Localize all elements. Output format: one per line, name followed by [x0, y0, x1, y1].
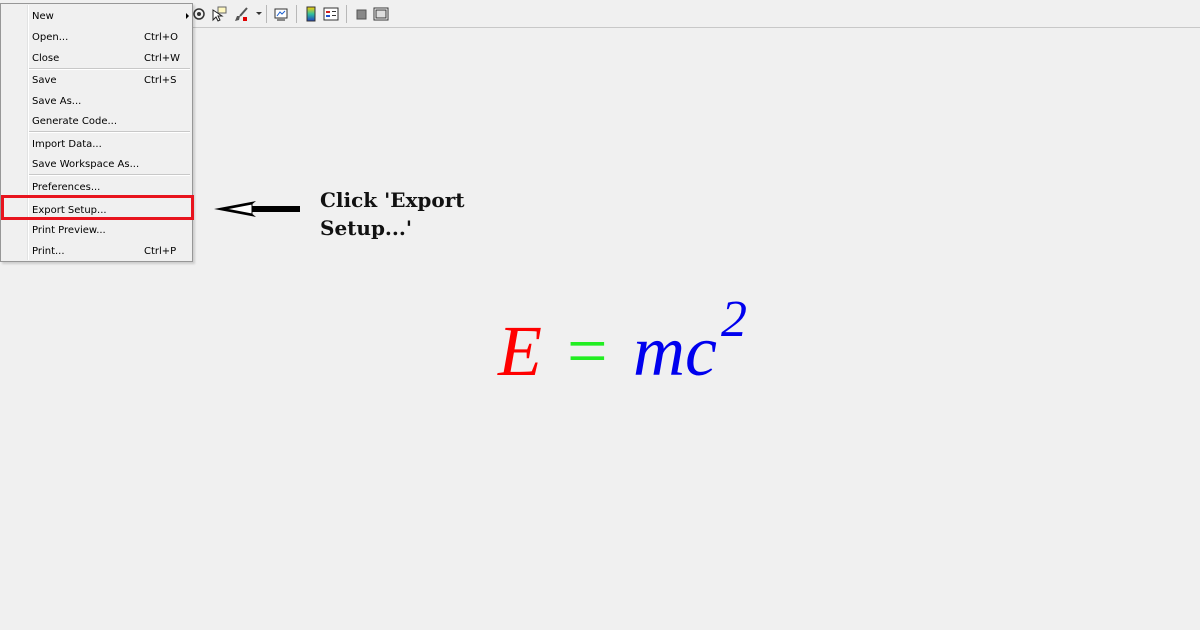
- callout-line-1: Click 'Export: [320, 188, 465, 212]
- menu-item-label: Save Workspace As...: [32, 159, 140, 170]
- menu-item-label: Close: [32, 53, 60, 64]
- toolbar-separator: [296, 5, 297, 23]
- equation-equals: =: [567, 311, 608, 391]
- menu-item-label: Preferences...: [32, 182, 101, 193]
- annotation-arrow-icon: [214, 201, 300, 217]
- file-menu: New Open... Ctrl+O Close Ctrl+W Save Ctr…: [0, 3, 193, 262]
- menu-separator: [29, 174, 190, 176]
- menu-item-generate-code[interactable]: Generate Code...: [3, 111, 190, 132]
- menu-item-save-workspace-as[interactable]: Save Workspace As...: [3, 154, 190, 175]
- colorbar-icon[interactable]: [303, 6, 319, 22]
- equation-exponent: 2: [721, 291, 747, 348]
- hide-plot-tools-icon[interactable]: [353, 6, 369, 22]
- annotation-callout: Click 'Export Setup...': [320, 186, 520, 242]
- menu-item-label: Save As...: [32, 96, 82, 107]
- menu-item-print-preview[interactable]: Print Preview...: [3, 220, 190, 241]
- callout-line-2: Setup...': [320, 216, 412, 240]
- menu-item-shortcut: Ctrl+S: [144, 75, 177, 86]
- show-plot-tools-icon[interactable]: [373, 6, 389, 22]
- legend-icon[interactable]: [323, 6, 339, 22]
- menu-item-save-as[interactable]: Save As...: [3, 91, 190, 112]
- menu-item-label: Save: [32, 75, 57, 86]
- equation-mc: mc: [633, 311, 717, 391]
- menu-item-label: Print...: [32, 246, 65, 257]
- rotate-3d-icon[interactable]: [191, 6, 207, 22]
- link-plot-icon[interactable]: [273, 6, 289, 22]
- menu-item-label: Generate Code...: [32, 116, 118, 127]
- menu-item-label: Open...: [32, 32, 69, 43]
- data-cursor-icon[interactable]: [211, 6, 227, 22]
- export-setup-highlight: [1, 195, 194, 220]
- menu-item-print[interactable]: Print... Ctrl+P: [3, 241, 190, 262]
- menu-item-new[interactable]: New: [3, 6, 190, 27]
- brush-icon[interactable]: [233, 6, 249, 22]
- toolbar-separator: [346, 5, 347, 23]
- menu-item-open[interactable]: Open... Ctrl+O: [3, 27, 190, 48]
- menu-item-label: Import Data...: [32, 139, 102, 150]
- equation-e: E: [498, 311, 542, 391]
- menu-item-shortcut: Ctrl+P: [144, 246, 177, 257]
- submenu-arrow-icon: [186, 13, 189, 19]
- menu-item-label: Print Preview...: [32, 225, 106, 236]
- menu-item-label: New: [32, 11, 54, 22]
- menu-item-import-data[interactable]: Import Data...: [3, 134, 190, 155]
- menu-item-close[interactable]: Close Ctrl+W: [3, 48, 190, 69]
- equation-text: E = mc 2: [495, 294, 775, 400]
- brush-dropdown-icon[interactable]: [256, 12, 262, 15]
- menu-item-shortcut: Ctrl+O: [144, 32, 179, 43]
- toolbar-separator: [266, 5, 267, 23]
- menu-item-save[interactable]: Save Ctrl+S: [3, 70, 190, 91]
- menu-separator: [29, 131, 190, 133]
- menu-item-shortcut: Ctrl+W: [144, 53, 181, 64]
